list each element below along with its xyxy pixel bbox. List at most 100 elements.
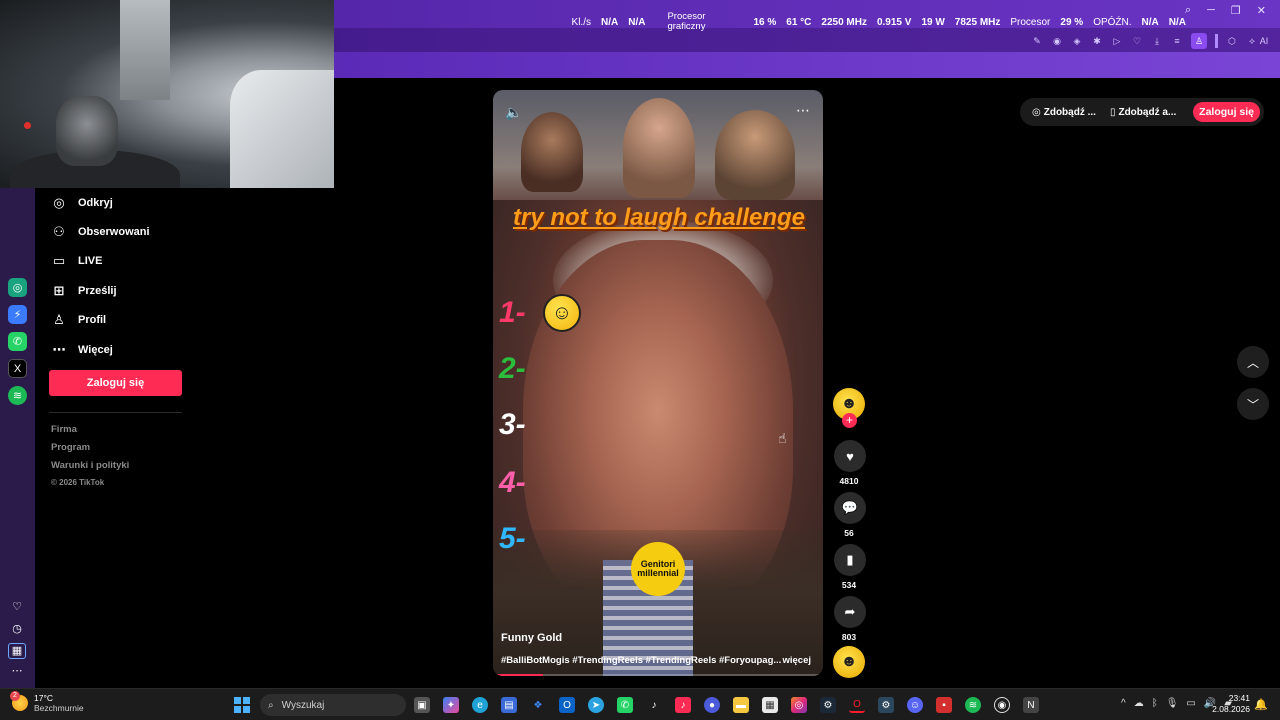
video-person-right: [715, 110, 795, 200]
tiktok-icon[interactable]: ♪: [646, 697, 662, 713]
app-icon[interactable]: ●: [704, 697, 720, 713]
get-app-button[interactable]: ▯ Zdobądź a...: [1106, 102, 1180, 122]
heart-icon: ♥: [846, 448, 854, 464]
footer-link-terms[interactable]: Warunki i polityki: [51, 460, 129, 478]
smiley-emoji-icon: ☺: [543, 294, 581, 332]
ai-button[interactable]: ⟡ AI: [1246, 35, 1270, 47]
taskbar-clock[interactable]: 23:41 2.08.2026: [1212, 693, 1250, 715]
sidebar-item-wiecej[interactable]: ⋯ Więcej: [35, 335, 195, 364]
sidebar-item-obserwowani[interactable]: ⚇ Obserwowani: [35, 217, 195, 246]
cpu-label: Procesor: [1010, 16, 1051, 28]
chatgpt-app-icon[interactable]: ◎: [8, 278, 27, 297]
video-player[interactable]: 🔈 ⋯ try not to laugh challenge 1- ☺ 2- 3…: [493, 90, 823, 676]
spotify-icon[interactable]: ≋: [965, 697, 981, 713]
palette-icon[interactable]: ✱: [1091, 35, 1103, 47]
challenge-number-4: 4-: [499, 466, 526, 499]
copilot-icon[interactable]: ✦: [443, 697, 459, 713]
messenger-app-icon[interactable]: ⚡: [8, 305, 27, 324]
heart-icon[interactable]: ♡: [1131, 35, 1143, 47]
menu-icon[interactable]: ≡: [1171, 35, 1183, 47]
github-icon[interactable]: ◉: [994, 697, 1010, 713]
steam-alt-icon[interactable]: ⚙: [878, 697, 894, 713]
chevron-up-icon[interactable]: ^: [1121, 698, 1126, 709]
sidebar-item-odkryj[interactable]: ◎ Odkryj: [35, 188, 195, 217]
close-icon[interactable]: ✕: [1257, 4, 1266, 17]
latency-value-2: N/A: [1168, 16, 1186, 28]
taskbar-search[interactable]: ⌕ Wyszukaj: [260, 694, 406, 716]
notion-icon[interactable]: N: [1023, 697, 1039, 713]
restore-icon[interactable]: ❐: [1231, 4, 1241, 17]
footer-link-firma[interactable]: Firma: [51, 424, 129, 442]
window-controls: ⌕ ─ ❐ ✕: [1185, 4, 1266, 17]
video-progress-bar[interactable]: [493, 674, 823, 676]
mute-icon[interactable]: 🔈: [505, 104, 522, 121]
next-video-button[interactable]: ﹀: [1237, 388, 1269, 420]
notification-bell-icon[interactable]: 🔔: [1254, 698, 1268, 711]
comment-button[interactable]: 💬: [834, 492, 866, 524]
steam-icon[interactable]: ⚙: [820, 697, 836, 713]
sidebar-item-label: Prześlij: [78, 284, 117, 297]
music-disc-avatar[interactable]: ☻: [833, 646, 865, 678]
like-button[interactable]: ♥: [834, 440, 866, 472]
bluetooth-icon[interactable]: ᛒ: [1152, 698, 1158, 709]
store-icon[interactable]: ▤: [501, 697, 517, 713]
get-coins-label: Zdobądź ...: [1043, 106, 1096, 118]
play-icon[interactable]: ▷: [1111, 35, 1123, 47]
dropbox-icon[interactable]: ❖: [530, 697, 546, 713]
sidebar-item-przeslij[interactable]: ⊞ Prześlij: [35, 276, 195, 305]
follow-plus-icon[interactable]: +: [842, 413, 857, 428]
fps-value-2: N/A: [628, 16, 646, 28]
share-arrow-icon: ➦: [844, 604, 856, 619]
cloud-icon[interactable]: ☁: [1134, 698, 1144, 709]
minimize-icon[interactable]: ─: [1207, 4, 1215, 17]
edge-icon[interactable]: e: [472, 697, 488, 713]
more-description-link[interactable]: więcej: [782, 655, 811, 666]
monitor-icon[interactable]: ▭: [1186, 698, 1195, 709]
sidebar-item-profil[interactable]: ♙ Profil: [35, 306, 195, 335]
outlook-icon[interactable]: O: [559, 697, 575, 713]
previous-video-button[interactable]: ︿: [1237, 346, 1269, 378]
camera-icon[interactable]: ◉: [1051, 35, 1063, 47]
save-button[interactable]: ▮: [834, 544, 866, 576]
history-icon[interactable]: ◷: [8, 622, 26, 638]
login-button[interactable]: Zaloguj się: [49, 370, 182, 396]
x-app-icon[interactable]: X: [8, 359, 27, 378]
screen: ⌕ ─ ❐ ✕ Kl./s N/A N/A Procesor graficzny …: [0, 0, 1280, 720]
whatsapp-app-icon[interactable]: ✆: [8, 332, 27, 351]
sidebar-item-live[interactable]: ▭ LIVE: [35, 247, 195, 276]
video-author[interactable]: Funny Gold: [501, 632, 562, 644]
video-hashtags[interactable]: #BalliBotMogis #TrendingReels #TrendingR…: [501, 655, 781, 666]
cube-icon[interactable]: ⬡: [1226, 35, 1238, 47]
tiktok-alt-icon[interactable]: ♪: [675, 697, 691, 713]
instagram-icon[interactable]: ◎: [791, 697, 807, 713]
gpu-load: 16 %: [753, 16, 777, 28]
footer-link-program[interactable]: Program: [51, 442, 129, 460]
more-options-icon[interactable]: ⋯: [796, 102, 811, 119]
whatsapp-icon[interactable]: ✆: [617, 697, 633, 713]
red-app-icon[interactable]: ▪: [936, 697, 952, 713]
get-coins-button[interactable]: ◎ Zdobądź ...: [1028, 102, 1100, 122]
file-explorer-icon[interactable]: ▬: [733, 697, 749, 713]
discord-icon[interactable]: ☺: [907, 697, 923, 713]
box-icon[interactable]: ▦: [8, 643, 26, 659]
latency-value: N/A: [1141, 16, 1159, 28]
webcam-background-cloth: [120, 0, 170, 100]
share-button[interactable]: ➦: [834, 596, 866, 628]
live-tv-icon: ▭: [52, 253, 66, 269]
heart-icon[interactable]: ♡: [8, 600, 26, 616]
spotify-app-icon[interactable]: ≋: [8, 386, 27, 405]
start-button[interactable]: [234, 697, 250, 713]
opera-icon[interactable]: O: [849, 697, 865, 713]
edit-icon[interactable]: ✎: [1031, 35, 1043, 47]
calendar-icon[interactable]: ▦: [762, 697, 778, 713]
shield-icon[interactable]: ◈: [1071, 35, 1083, 47]
profile-icon[interactable]: ♙: [1191, 33, 1207, 49]
download-icon[interactable]: ⤓: [1151, 35, 1163, 47]
microphone-icon[interactable]: 🎙: [1166, 698, 1179, 709]
task-view-icon[interactable]: ▣: [414, 697, 430, 713]
telegram-icon[interactable]: ➤: [588, 697, 604, 713]
more-icon[interactable]: ⋯: [8, 664, 26, 680]
header-login-button[interactable]: Zaloguj się: [1193, 102, 1260, 122]
weather-widget[interactable]: 2 17°C Bezchmurnie: [10, 691, 84, 713]
comment-count: 56: [844, 528, 854, 538]
